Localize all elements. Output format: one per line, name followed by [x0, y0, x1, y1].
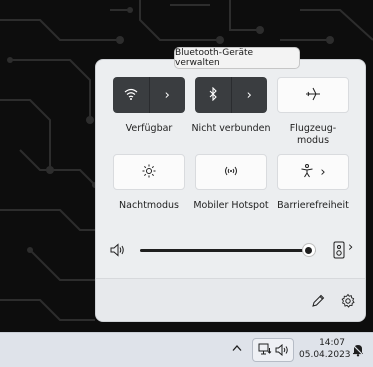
night-mode-label: Nachtmodus [119, 200, 179, 211]
chevron-right-icon: › [320, 164, 326, 180]
tile-wifi[interactable]: › [113, 77, 185, 113]
tile-accessibility[interactable]: › [277, 154, 349, 190]
wifi-icon [124, 88, 138, 103]
tile-night-mode[interactable] [113, 154, 185, 190]
quick-settings-footer [96, 278, 365, 321]
clock-time: 14:07 [319, 338, 345, 348]
accessibility-icon [300, 163, 314, 181]
chevron-right-icon[interactable]: › [348, 241, 353, 254]
wifi-label: Verfügbar [125, 123, 173, 134]
wifi-toggle[interactable] [113, 77, 149, 113]
clock[interactable]: 14:07 05.04.2023 [299, 337, 351, 361]
speaker-icon[interactable] [110, 243, 126, 257]
bluetooth-toggle[interactable] [195, 77, 231, 113]
taskbar: 14:07 05.04.2023 [0, 332, 373, 367]
pencil-icon[interactable] [310, 293, 326, 309]
bluetooth-expand-button[interactable]: › [232, 77, 268, 113]
audio-device-icon[interactable] [333, 241, 345, 259]
bluetooth-label: Nicht verbunden [191, 123, 271, 134]
tooltip-text: Bluetooth-Geräte verwalten [175, 48, 254, 68]
volume-slider-track[interactable] [140, 249, 316, 252]
volume-slider-row: › [110, 240, 360, 260]
hotspot-icon [223, 165, 239, 180]
quick-settings-panel: › › Verfügbar Nicht verbunden Flugzeug- … [95, 59, 366, 322]
volume-slider-thumb[interactable] [301, 243, 316, 257]
bluetooth-icon [208, 86, 218, 104]
clock-date: 05.04.2023 [299, 350, 351, 360]
mobile-hotspot-label: Mobiler Hotspot [193, 200, 269, 211]
wifi-expand-button[interactable]: › [150, 77, 186, 113]
speaker-icon [275, 343, 289, 359]
tile-airplane-mode[interactable] [277, 77, 349, 113]
notification-icon[interactable] [351, 343, 365, 360]
brightness-icon [142, 164, 156, 181]
system-tray-group[interactable] [252, 338, 294, 362]
airplane-mode-label: Flugzeug- modus [289, 123, 337, 146]
chevron-right-icon: › [164, 87, 170, 103]
gear-icon[interactable] [340, 293, 356, 309]
chevron-up-icon[interactable] [232, 344, 242, 355]
tile-bluetooth[interactable]: › [195, 77, 267, 113]
accessibility-label: Barrierefreiheit [277, 200, 349, 211]
bluetooth-tooltip: Bluetooth-Geräte verwalten [174, 47, 300, 69]
chevron-right-icon: › [246, 87, 252, 103]
tile-mobile-hotspot[interactable] [195, 154, 267, 190]
network-icon [258, 343, 272, 360]
airplane-icon [305, 87, 321, 104]
